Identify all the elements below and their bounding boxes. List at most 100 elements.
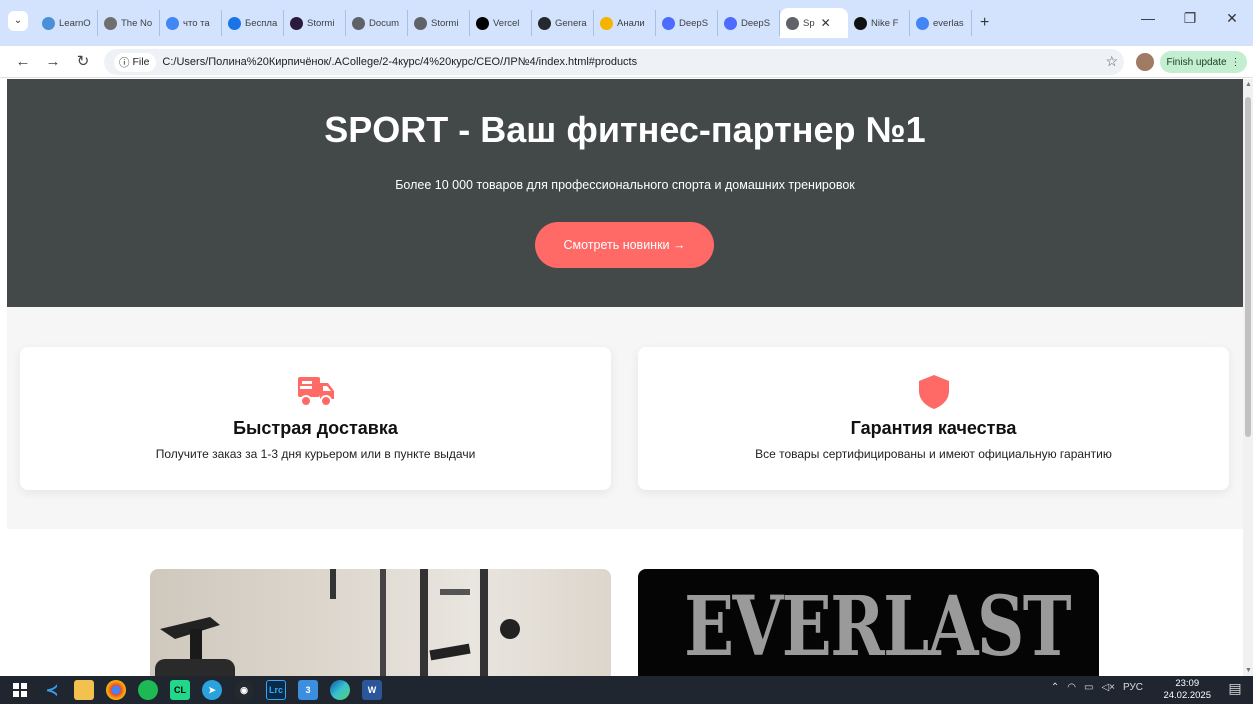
address-bar[interactable]: ⓘ File C:/Users/Полина%20Кирпичёнок/.ACo… [104, 49, 1124, 75]
browser-tab[interactable]: everlas [910, 10, 972, 36]
tray-chevron-icon[interactable]: ⌃ [1051, 682, 1059, 693]
tab-favicon-icon [600, 16, 613, 30]
vscode-icon[interactable]: ≺ [42, 680, 62, 700]
shield-icon [916, 373, 952, 416]
file-chip-label: File [132, 56, 150, 68]
language-indicator[interactable]: РУС [1123, 682, 1143, 693]
tab-title: LearnO [59, 17, 91, 29]
tab-title: Nike F [871, 17, 899, 29]
browser-tab[interactable]: Анали [594, 10, 656, 36]
view-new-arrivals-button[interactable]: Смотреть новинки → [535, 222, 714, 268]
new-tab-button[interactable]: + [980, 8, 989, 38]
volume-icon[interactable]: ◁× [1101, 682, 1115, 693]
hero-subtitle: Более 10 000 товаров для профессионально… [395, 178, 855, 192]
minimize-button[interactable]: — [1127, 6, 1169, 30]
tab-favicon-icon [104, 16, 117, 30]
scroll-thumb[interactable] [1245, 97, 1251, 437]
tab-favicon-icon [228, 16, 241, 30]
hero-title: SPORT - Ваш фитнес-партнер №1 [324, 109, 926, 150]
tab-title: Stormi [431, 17, 459, 29]
tab-favicon-icon [786, 16, 799, 30]
clock[interactable]: 23:09 24.02.2025 [1163, 678, 1211, 702]
vertical-scrollbar[interactable]: ▲ ▼ [1243, 79, 1253, 676]
finish-update-label: Finish update [1166, 56, 1227, 68]
bookmark-star-icon[interactable]: ☆ [1105, 53, 1118, 70]
finish-update-button[interactable]: Finish update ⋮ [1160, 51, 1247, 73]
tab-close-icon[interactable]: ✕ [821, 16, 831, 30]
feature-card-quality: Гарантия качества Все товары сертифициро… [638, 347, 1229, 490]
back-button[interactable]: ← [12, 51, 34, 73]
browser-tab[interactable]: DeepS [718, 10, 780, 36]
feature-title: Быстрая доставка [233, 418, 398, 438]
app-3-icon[interactable]: 3 [298, 680, 318, 700]
browser-tab[interactable]: Genera [532, 10, 594, 36]
close-window-button[interactable]: ✕ [1211, 6, 1253, 30]
scroll-down-arrow-icon[interactable]: ▼ [1245, 667, 1252, 674]
tab-search-button[interactable]: ⌄ [8, 11, 28, 31]
clion-icon[interactable]: CL [170, 680, 190, 700]
tab-favicon-icon [854, 16, 867, 30]
start-windows-icon[interactable] [10, 680, 30, 700]
feature-title: Гарантия качества [850, 418, 1017, 438]
tab-title: что та [183, 17, 210, 29]
notifications-icon[interactable]: ▤ [1225, 680, 1245, 700]
info-icon: ⓘ [119, 56, 130, 69]
telegram-icon[interactable]: ➤ [202, 680, 222, 700]
page-viewport: SPORT - Ваш фитнес-партнер №1 Более 10 0… [0, 79, 1243, 676]
clock-time: 23:09 [1175, 678, 1200, 689]
battery-icon[interactable]: ▭ [1084, 682, 1093, 693]
tab-title: The No [121, 17, 153, 29]
scroll-up-arrow-icon[interactable]: ▲ [1245, 81, 1252, 88]
browser-tab[interactable]: Nike F [848, 10, 910, 36]
profile-avatar[interactable] [1136, 53, 1154, 71]
spotify-icon[interactable] [138, 680, 158, 700]
browser-tab[interactable]: что та [160, 10, 222, 36]
kebab-menu-icon: ⋮ [1230, 56, 1241, 68]
product-card-everlast[interactable]: EVERLAST [638, 569, 1099, 676]
browser-tab[interactable]: Sp ✕ [780, 8, 848, 38]
browser-tab[interactable]: DeepS [656, 10, 718, 36]
browser-tab[interactable]: Stormi [284, 10, 346, 36]
tab-strip: LearnO The No что та Беспла Stormi Docum Storm… [36, 8, 989, 38]
forward-button[interactable]: → [42, 51, 64, 73]
features-section: Быстрая доставка Получите заказ за 1-3 д… [7, 307, 1243, 529]
browser-tab[interactable]: Vercel [470, 10, 532, 36]
edge-icon[interactable] [330, 680, 350, 700]
browser-tab[interactable]: Stormi [408, 10, 470, 36]
browser-tab[interactable]: LearnO [36, 10, 98, 36]
lightroom-icon[interactable]: Lrc [266, 680, 286, 700]
feature-text: Получите заказ за 1-3 дня курьером или в… [155, 447, 476, 461]
feature-card-delivery: Быстрая доставка Получите заказ за 1-3 д… [20, 347, 611, 490]
reload-button[interactable]: ↻ [72, 51, 94, 73]
browser-tab[interactable]: Беспла [222, 10, 284, 36]
maximize-button[interactable]: ❐ [1169, 6, 1211, 30]
tab-title: Sp [803, 17, 815, 29]
tab-favicon-icon [414, 16, 427, 30]
gym-equipment-photo [155, 569, 520, 676]
windows-taskbar: ≺ CL ➤ ◉ Lrc 3 W ⌃ ◠ ▭ ◁× РУС 23:09 24.0… [0, 676, 1253, 704]
tab-favicon-icon [166, 16, 179, 30]
site-info-chip[interactable]: ⓘ File [114, 52, 157, 72]
chrome-icon[interactable] [106, 680, 126, 700]
feature-text: Все товары сертифицированы и имеют офици… [755, 447, 1112, 461]
tab-title: Анали [617, 17, 645, 29]
tab-title: DeepS [741, 17, 771, 29]
tab-favicon-icon [538, 16, 551, 30]
tab-favicon-icon [724, 16, 737, 30]
tab-title: Docum [369, 17, 400, 29]
window-controls: — ❐ ✕ [1127, 6, 1253, 30]
address-toolbar: ← → ↻ ⓘ File C:/Users/Полина%20Кирпичёно… [0, 46, 1253, 78]
browser-tab[interactable]: The No [98, 10, 160, 36]
clock-date: 24.02.2025 [1163, 690, 1211, 701]
github-desktop-icon[interactable]: ◉ [234, 680, 254, 700]
tab-favicon-icon [290, 16, 303, 30]
file-explorer-icon[interactable] [74, 680, 94, 700]
tab-favicon-icon [662, 16, 675, 30]
browser-tab-bar: ⌄ LearnO The No что та Беспла Stormi Docum Sto… [0, 0, 1253, 46]
tab-title: everlas [933, 17, 964, 29]
browser-tab[interactable]: Docum [346, 10, 408, 36]
delivery-truck-icon [296, 373, 336, 414]
product-card-gym-equipment[interactable] [150, 569, 611, 676]
wifi-icon[interactable]: ◠ [1067, 682, 1076, 693]
word-icon[interactable]: W [362, 680, 382, 700]
